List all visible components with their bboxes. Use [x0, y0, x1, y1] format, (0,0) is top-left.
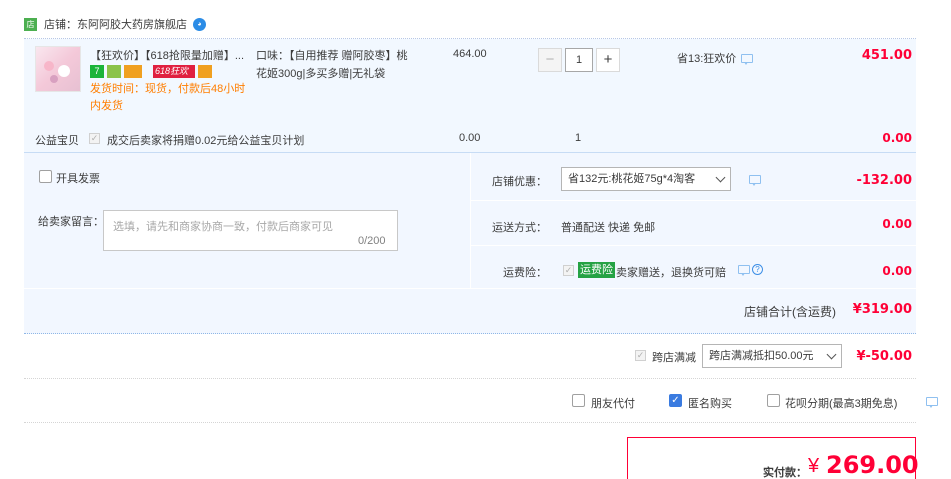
insurance-badge: 运费险	[578, 262, 615, 278]
huabei-label[interactable]: 花呗分期(最高3期免息)	[785, 395, 897, 411]
item-badges: 7 618狂欢	[90, 65, 212, 78]
coupon-select[interactable]: 省132元:桃花姬75g*4淘客	[561, 167, 731, 191]
bag-icon[interactable]	[107, 65, 121, 78]
divider	[471, 245, 916, 246]
divider	[24, 378, 916, 379]
chat-icon[interactable]	[749, 175, 761, 186]
charity-qty: 1	[575, 132, 582, 144]
divider	[24, 422, 916, 423]
shop-total-label: 店铺合计(含运费)	[744, 305, 836, 319]
anonymous-checkbox[interactable]: ✓	[669, 394, 682, 407]
invoice-checkbox[interactable]	[39, 170, 52, 183]
grid-icon[interactable]	[198, 65, 212, 78]
friend-pay-label[interactable]: 朋友代付	[591, 395, 635, 411]
item-title[interactable]: 【狂欢价】【618抢限量加赠】...	[90, 47, 250, 63]
charity-total: 0.00	[882, 131, 912, 145]
chevron-down-icon	[826, 349, 837, 360]
insurance-label: 运费险：	[503, 267, 547, 279]
shipping-label: 运送方式：	[492, 222, 547, 234]
cross-store-checkbox: ✓	[635, 350, 646, 361]
seven-day-return-icon[interactable]: 7	[90, 65, 104, 78]
insurance-icons: ?	[733, 264, 763, 276]
insurance-text: 卖家赠送，退换货可赔	[616, 267, 726, 279]
shop-icon: 店	[24, 17, 37, 31]
promo-618-badge[interactable]: 618狂欢	[153, 65, 195, 78]
huabei-checkbox[interactable]	[767, 394, 780, 407]
sku-info: 口味：【自用推荐 赠阿胶枣】桃花姬300g|多买多赠|无礼袋	[256, 50, 408, 80]
shop-name[interactable]: 店铺：东阿阿胶大药房旗舰店	[44, 16, 187, 32]
shop-total-value: ¥319.00	[852, 302, 912, 317]
wangwang-icon[interactable]: ◕	[193, 17, 206, 31]
chat-icon[interactable]	[741, 53, 754, 65]
coupon-selected: 省132元:桃花姬75g*4淘客	[568, 173, 696, 185]
insurance-price: 0.00	[882, 264, 912, 278]
coupon-value: -132.00	[856, 173, 912, 188]
divider	[24, 288, 916, 289]
quantity-plus-button[interactable]: +	[596, 48, 620, 72]
cross-store-label: 跨店满减	[652, 352, 696, 364]
coupon-label: 店铺优惠：	[492, 176, 547, 188]
invoice-label[interactable]: 开具发票	[56, 170, 100, 186]
payment-total: 269.00	[826, 451, 919, 479]
message-placeholder: 选填，请先和商家协商一致，付款后商家可见	[113, 221, 333, 233]
cross-store-value: ¥-50.00	[856, 349, 912, 364]
cross-store-select[interactable]: 跨店满减抵扣50.00元	[702, 344, 842, 368]
discount-label: 省13:狂欢价	[677, 53, 737, 65]
discount-info: 省13:狂欢价	[677, 50, 754, 66]
chat-icon[interactable]	[738, 265, 750, 276]
message-label: 给卖家留言：	[38, 216, 104, 228]
quantity-minus-button[interactable]: −	[538, 48, 562, 72]
quantity-input[interactable]: 1	[565, 48, 593, 72]
charity-label: 公益宝贝	[35, 135, 79, 147]
ship-time: 发货时间：现货，付款后48小时内发货	[90, 83, 246, 112]
cross-store-selected: 跨店满减抵扣50.00元	[709, 350, 814, 362]
shop-header: 店 店铺：东阿阿胶大药房旗舰店 ◕	[24, 14, 206, 34]
unit-price: 464.00	[453, 48, 487, 60]
quantity-stepper: − 1 +	[538, 48, 620, 72]
currency-symbol: ¥	[808, 455, 820, 477]
divider	[470, 153, 471, 288]
shipping-method: 普通配送 快递 免邮	[561, 222, 656, 234]
divider	[471, 200, 916, 201]
payment-label: 实付款：	[763, 467, 807, 479]
insurance-checkbox: ✓	[563, 265, 574, 276]
charity-checkbox: ✓	[89, 133, 100, 144]
card-icon[interactable]	[124, 65, 142, 78]
friend-pay-checkbox[interactable]	[572, 394, 585, 407]
shipping-price: 0.00	[882, 217, 912, 231]
product-thumbnail[interactable]	[35, 46, 81, 92]
chat-icon[interactable]	[926, 397, 939, 408]
message-char-count: 0/200	[358, 235, 386, 247]
item-subtotal: 451.00	[861, 48, 912, 63]
help-icon[interactable]: ?	[752, 264, 763, 275]
charity-price: 0.00	[459, 132, 481, 144]
chevron-down-icon	[715, 172, 726, 183]
charity-text: 成交后卖家将捐赠0.02元给公益宝贝计划	[107, 135, 305, 147]
anonymous-label[interactable]: 匿名购买	[688, 395, 732, 411]
